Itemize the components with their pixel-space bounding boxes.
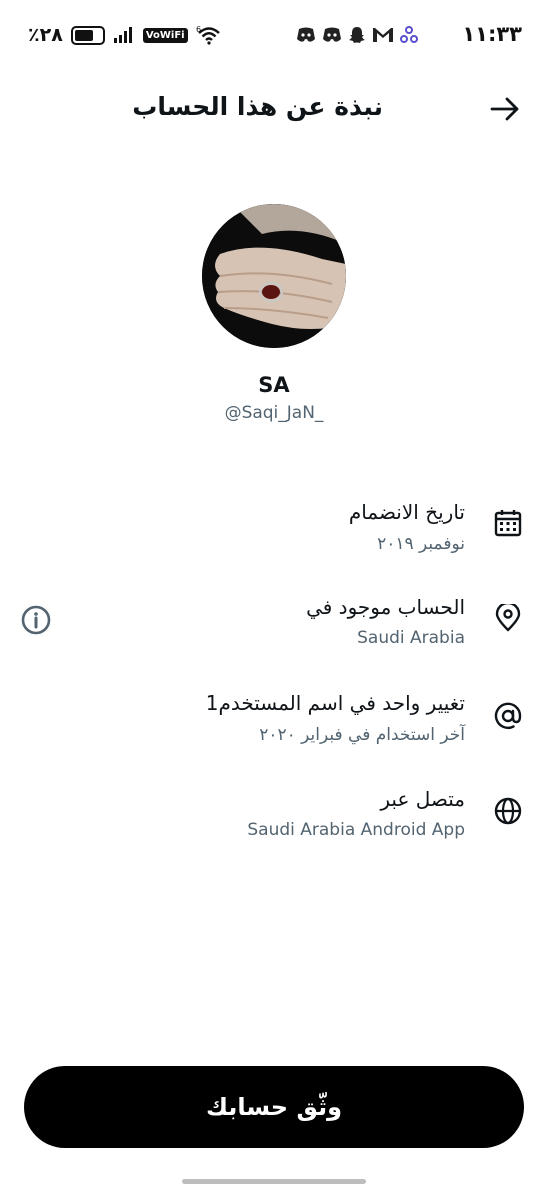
signal-bars-icon: [113, 27, 132, 43]
discord-icon: [297, 27, 315, 42]
status-time: ١١:٣٣: [462, 22, 522, 46]
home-indicator[interactable]: [182, 1179, 366, 1184]
notification-icons: [296, 26, 418, 44]
verify-account-label: وثّق حسابك: [206, 1093, 343, 1121]
at-sign-icon: [494, 702, 522, 730]
detail-subtitle: Saudi Arabia: [357, 628, 465, 648]
location-pin-icon: [495, 604, 521, 632]
detail-subtitle: نوفمبر ٢٠١٩: [377, 534, 465, 554]
detail-subtitle: آخر استخدام في فبراير ٢٠٢٠: [259, 725, 465, 745]
battery-icon: [70, 25, 105, 45]
avatar[interactable]: [202, 204, 346, 348]
discord-icon: [323, 27, 341, 42]
sync-icon: [400, 26, 418, 43]
back-button[interactable]: [488, 92, 522, 126]
detail-title: الحساب موجود في: [306, 595, 465, 619]
verify-account-button[interactable]: وثّق حسابك: [24, 1066, 524, 1148]
system-status-icons: ٪٢٨ VoWiFi 6: [28, 24, 222, 46]
calendar-icon: [494, 510, 522, 537]
username-handle: @Saqi_JaN_: [224, 403, 324, 423]
battery-percent: ٪٢٨: [28, 24, 63, 46]
wifi-icon: 6: [196, 25, 220, 45]
info-icon[interactable]: [20, 604, 52, 636]
snapchat-icon: [349, 27, 365, 43]
avatar-image: [202, 204, 346, 348]
detail-title: تاريخ الانضمام: [348, 500, 465, 524]
arrow-right-icon: [490, 97, 519, 121]
page-title: نبذة عن هذا الحساب: [132, 92, 383, 121]
vowifi-badge: VoWiFi: [142, 27, 188, 43]
detail-title: متصل عبر: [380, 787, 465, 811]
gmail-icon: [373, 28, 393, 42]
display-name: SA: [258, 373, 290, 397]
globe-icon: [494, 797, 522, 825]
wifi-6-label: 6: [196, 25, 201, 34]
detail-title: تغيير واحد في اسم المستخدم1: [205, 691, 465, 715]
detail-subtitle: Saudi Arabia Android App: [247, 820, 465, 840]
